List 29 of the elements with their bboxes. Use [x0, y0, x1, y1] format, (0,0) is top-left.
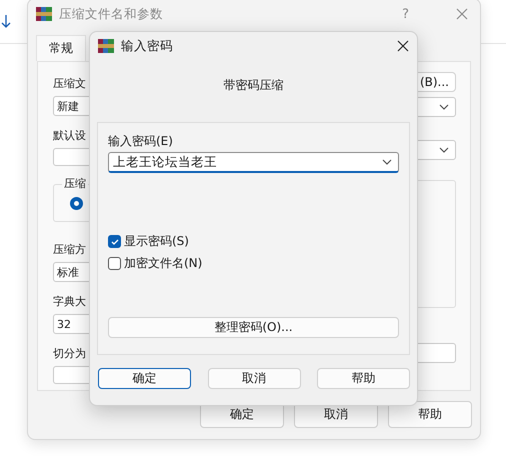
field-label: 压缩方 — [53, 242, 86, 258]
close-icon[interactable] — [397, 40, 409, 52]
checkbox-label: 显示密码(S) — [124, 233, 189, 250]
checkmark-icon — [110, 236, 120, 246]
field-label: 默认设 — [53, 128, 86, 144]
chevron-down-icon — [382, 159, 392, 165]
books-icon — [36, 6, 52, 22]
field-label: 切分为 — [53, 346, 86, 362]
tab[interactable]: 常规 — [36, 35, 86, 61]
chevron-down-icon — [439, 147, 449, 153]
field-label: 字典大 — [53, 294, 86, 310]
arrow-down-icon — [1, 14, 11, 28]
dialog-button[interactable]: 确定 — [98, 368, 191, 389]
dialog-button[interactable]: 帮助 — [388, 401, 472, 428]
field-label: 压缩文 — [53, 76, 86, 92]
organize-passwords-button[interactable]: 整理密码(O)... — [108, 317, 399, 338]
radio-button[interactable] — [70, 197, 83, 210]
dialog-button[interactable]: 取消 — [208, 368, 300, 389]
password-label: 输入密码(E) — [108, 133, 173, 149]
checkbox[interactable] — [108, 257, 121, 270]
checkbox[interactable] — [108, 235, 121, 248]
window-title: 压缩文件名和参数 — [59, 6, 163, 22]
dialog-title: 输入密码 — [121, 38, 173, 54]
checkbox-label: 加密文件名(N) — [124, 255, 202, 272]
books-icon — [98, 38, 114, 54]
dialog-heading: 带密码压缩 — [222, 77, 284, 94]
chevron-down-icon — [439, 104, 449, 110]
password-field[interactable]: 上老王论坛当老王 — [108, 152, 399, 173]
dialog-button[interactable]: 帮助 — [317, 368, 410, 389]
